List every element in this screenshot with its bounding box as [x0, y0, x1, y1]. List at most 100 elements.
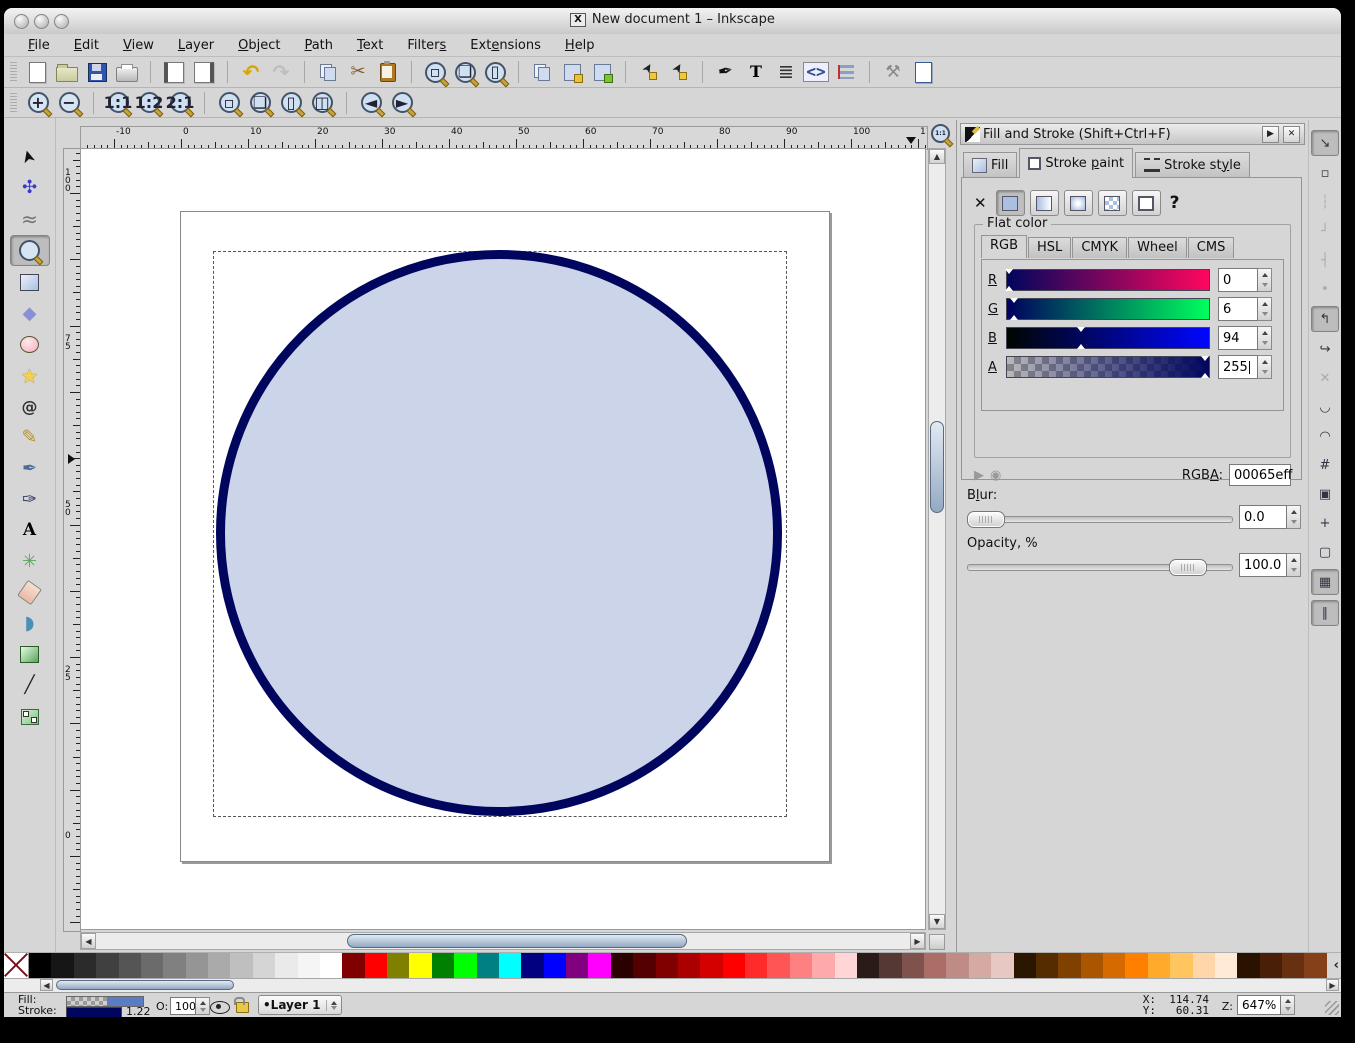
blur-slider-thumb[interactable]	[967, 511, 1005, 528]
palette-swatch[interactable]	[298, 953, 320, 978]
snap-object-centers-button[interactable]: ▣	[1312, 482, 1338, 506]
group-objects-button[interactable]	[635, 59, 663, 85]
colorspace-tab-wheel[interactable]: Wheel	[1128, 237, 1187, 258]
save-document-button[interactable]	[83, 59, 111, 85]
paint-radial-gradient-button[interactable]	[1064, 190, 1093, 216]
palette-swatch[interactable]	[365, 953, 387, 978]
zoom-spin-buttons[interactable]	[1281, 995, 1295, 1015]
fill-stroke-dialog-button[interactable]: ✒	[712, 59, 740, 85]
colorspace-tab-rgb[interactable]: RGB	[981, 235, 1027, 258]
print-document-button[interactable]	[113, 59, 141, 85]
tool-selector[interactable]: ➤	[11, 142, 49, 171]
tool-pencil[interactable]: ✎	[11, 423, 49, 452]
snap-bbox-button[interactable]: ▫	[1312, 161, 1338, 185]
channel-spin-G[interactable]	[1258, 297, 1272, 321]
object-opacity-spinbox[interactable]: 100	[170, 997, 210, 1015]
zoom-value[interactable]: 647%	[1237, 995, 1281, 1015]
tool-tweak[interactable]: ≈	[11, 204, 49, 233]
redo-button[interactable]: ↷	[267, 59, 295, 85]
tool-eraser[interactable]	[11, 578, 49, 607]
channel-slider-R[interactable]	[1006, 269, 1210, 291]
object-opacity-spin-buttons[interactable]	[196, 997, 210, 1015]
paste-button[interactable]	[374, 59, 402, 85]
channel-value-G[interactable]: 6	[1218, 297, 1258, 321]
import-bitmap-button[interactable]	[160, 59, 188, 85]
snap-bbox-centers-button[interactable]: •	[1312, 277, 1338, 301]
opacity-spinbox[interactable]: 100.0	[1239, 553, 1301, 577]
palette-swatch[interactable]	[1058, 953, 1080, 978]
tool-zoom[interactable]	[10, 235, 50, 266]
palette-swatch[interactable]	[611, 953, 633, 978]
colorspace-tab-cms[interactable]: CMS	[1188, 237, 1235, 258]
palette-swatch[interactable]	[812, 953, 834, 978]
palette-swatch[interactable]	[51, 953, 73, 978]
snap-enable-button[interactable]: ↘	[1311, 130, 1339, 156]
palette-swatch[interactable]	[723, 953, 745, 978]
opacity-spin-buttons[interactable]	[1287, 553, 1301, 577]
palette-swatch[interactable]	[946, 953, 968, 978]
palette-swatch[interactable]	[902, 953, 924, 978]
channel-slider-A[interactable]	[1006, 356, 1210, 378]
palette-swatch[interactable]	[186, 953, 208, 978]
scroll-up-button[interactable]: ▲	[929, 149, 945, 164]
palette-swatch[interactable]	[633, 953, 655, 978]
zoom-drawing-button[interactable]: ❏	[246, 90, 274, 116]
tool-rectangle[interactable]	[11, 268, 49, 297]
palette-swatch[interactable]	[1103, 953, 1125, 978]
palette-swatch[interactable]	[96, 953, 118, 978]
document-properties-button[interactable]	[909, 59, 937, 85]
palette-swatch[interactable]	[1282, 953, 1304, 978]
channel-spin-A[interactable]	[1258, 355, 1272, 379]
clone-button[interactable]	[558, 59, 586, 85]
tab-stroke-paint[interactable]: Stroke paint	[1019, 148, 1133, 178]
menu-path[interactable]: Path	[304, 38, 333, 53]
palette-swatch[interactable]	[409, 953, 431, 978]
zoom-1-2-button[interactable]: 1:2	[135, 90, 163, 116]
rgba-input[interactable]: 00065eff	[1229, 464, 1291, 486]
palette-swatch[interactable]	[454, 953, 476, 978]
opacity-value[interactable]: 100.0	[1239, 553, 1287, 577]
blur-spinbox[interactable]: 0.0	[1239, 505, 1301, 529]
ellipse-object[interactable]	[216, 250, 782, 816]
palette-swatch[interactable]	[700, 953, 722, 978]
ruler-corner-zoom-icon[interactable]: 1:1	[931, 124, 950, 143]
snap-nodes-button[interactable]: ↰	[1311, 306, 1339, 332]
channel-value-A[interactable]: 255	[1218, 355, 1258, 379]
palette-swatch[interactable]	[163, 953, 185, 978]
menu-edit[interactable]: Edit	[74, 38, 99, 53]
snap-smooth-nodes-button[interactable]: ◠	[1312, 424, 1338, 448]
palette-swatch[interactable]	[1014, 953, 1036, 978]
zoom-page-width-button[interactable]: ◫	[308, 90, 336, 116]
duplicate-button[interactable]	[528, 59, 556, 85]
tool-star[interactable]: ★	[11, 361, 49, 390]
palette-swatch[interactable]	[119, 953, 141, 978]
zoom-selection-button[interactable]: ▫	[215, 90, 243, 116]
palette-swatch[interactable]	[320, 953, 342, 978]
horizontal-ruler[interactable]: -100102030405060708090100110	[80, 126, 928, 150]
tool-dropper[interactable]: ╱	[11, 671, 49, 700]
layer-selector[interactable]: • Layer 1	[258, 995, 342, 1015]
palette-swatch[interactable]	[1125, 953, 1147, 978]
tool-spray[interactable]: ✳	[11, 547, 49, 576]
tool-paint-bucket[interactable]: ◗	[11, 609, 49, 638]
tool-bezier[interactable]: ✒	[11, 454, 49, 483]
tool-gradient[interactable]	[11, 640, 49, 669]
palette-swatch[interactable]	[1215, 953, 1237, 978]
menu-object[interactable]: Object	[238, 38, 280, 53]
ungroup-objects-button[interactable]	[665, 59, 693, 85]
colorspace-tab-hsl[interactable]: HSL	[1028, 237, 1071, 258]
channel-slider-B[interactable]	[1006, 327, 1210, 349]
paint-flat-color-button[interactable]	[996, 190, 1025, 216]
menu-text[interactable]: Text	[357, 38, 383, 53]
blur-slider[interactable]	[967, 511, 1233, 527]
palette-swatch[interactable]	[74, 953, 96, 978]
palette-swatch[interactable]	[767, 953, 789, 978]
palette-swatch[interactable]	[499, 953, 521, 978]
layer-lock-icon[interactable]	[236, 1002, 249, 1013]
zoom-next-button[interactable]: ►	[388, 90, 416, 116]
palette-swatch[interactable]	[1036, 953, 1058, 978]
palette-scroll-thumb[interactable]	[56, 980, 234, 990]
vertical-scrollbar[interactable]: ▲ ▼	[928, 148, 946, 930]
palette-scroll-left-button[interactable]: ◀	[40, 979, 53, 991]
palette-swatch[interactable]	[275, 953, 297, 978]
